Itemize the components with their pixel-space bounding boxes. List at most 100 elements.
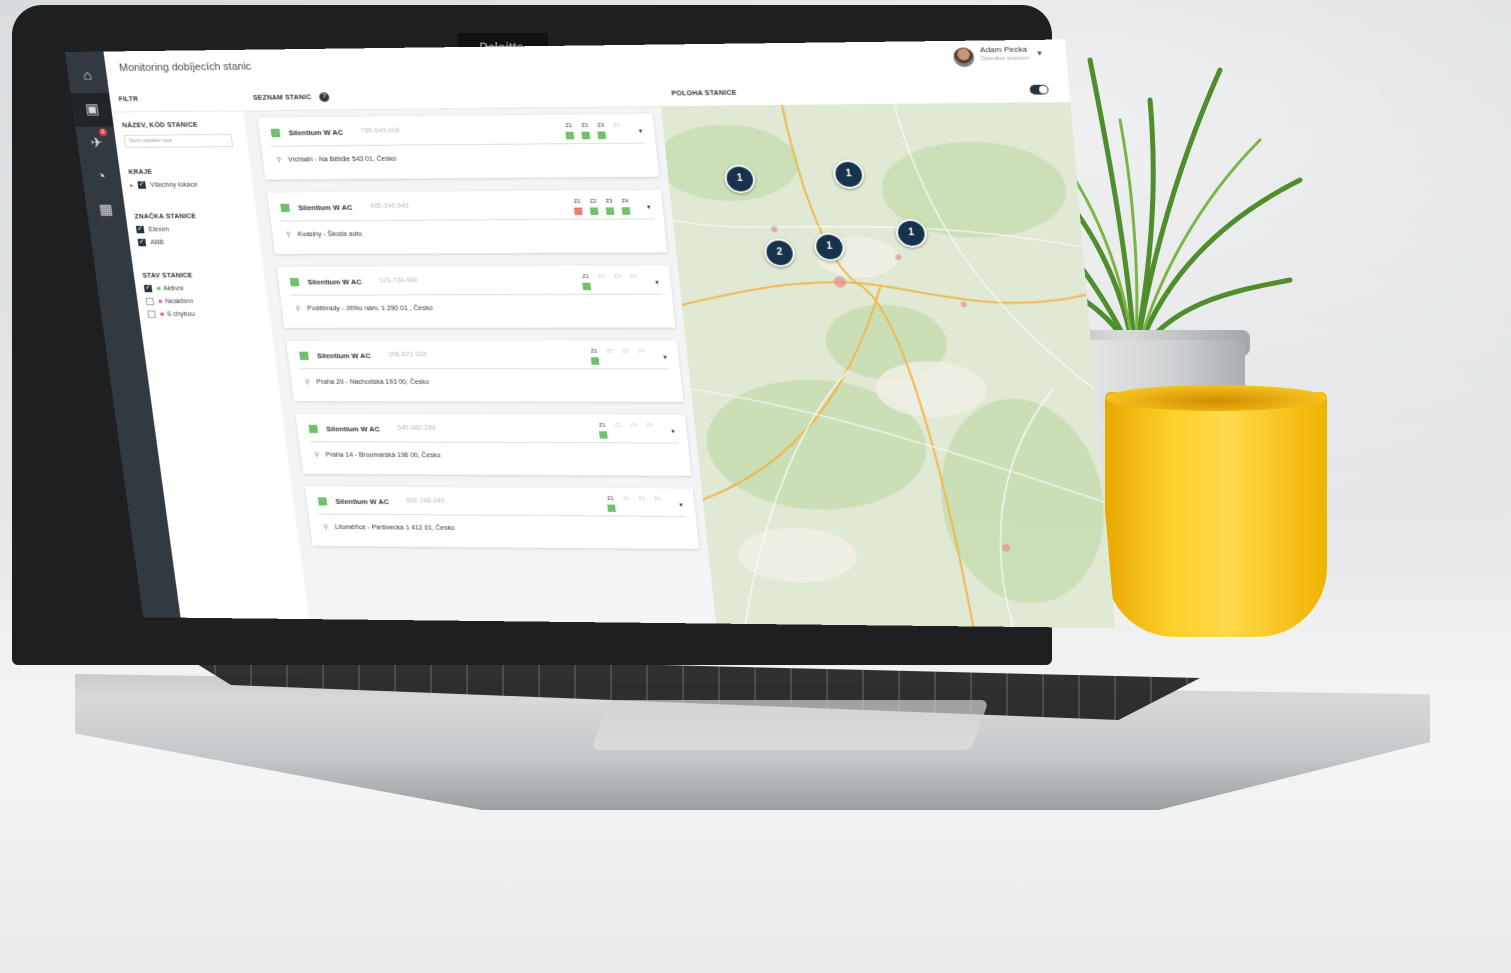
map-panel: POLOHA STANICE 1 1 2 1 1 xyxy=(658,76,1116,628)
connector-indicator xyxy=(630,431,639,438)
connector-indicator xyxy=(589,207,599,216)
station-address: Vrchlabí - Na Bělidle 543 01, Česko xyxy=(287,156,397,164)
connector-status: Z2 xyxy=(605,349,617,365)
chevron-down-icon[interactable]: ▾ xyxy=(679,501,683,508)
chevron-down-icon[interactable]: ▼ xyxy=(1036,51,1044,58)
alerts-icon[interactable]: ✈ xyxy=(75,127,118,161)
state-option-active[interactable]: ✓ Aktivní xyxy=(143,284,262,293)
connector-status: Z1 xyxy=(580,274,592,291)
region-option[interactable]: ▸ ✓ Všechny lokace xyxy=(130,181,248,189)
checkbox[interactable]: ✓ xyxy=(137,181,147,189)
connector-label: Z1 xyxy=(565,123,573,129)
name-filter: NÁZEV, KÓD STANICE Sem napište text xyxy=(122,122,243,148)
checkbox[interactable]: ✓ xyxy=(143,284,153,293)
connector-status: Z1 xyxy=(563,123,575,140)
connector-indicator xyxy=(646,431,655,438)
station-code: 502-248-249 xyxy=(405,497,445,505)
connector-label: Z3 xyxy=(597,122,605,129)
station-card[interactable]: Silentium W AC 356-872-923 Z1 Z2 Z3 Z4 ▾ ⚲ Praha… xyxy=(286,340,684,402)
connector-label: Z2 xyxy=(622,496,630,502)
connector-label: Z2 xyxy=(606,348,614,355)
connector-label: Z4 xyxy=(629,274,637,280)
home-icon[interactable]: ⌂ xyxy=(66,59,109,93)
connector-status: Z4 xyxy=(628,274,640,290)
brand-option-elexim[interactable]: ✓ Elexim xyxy=(135,225,254,234)
station-card[interactable]: Silentium W AC 485-549-549 Z1 Z2 Z3 Z4 ▾ ⚲ Kvasi… xyxy=(267,190,668,254)
divider xyxy=(289,293,662,296)
location-pin-icon: ⚲ xyxy=(285,231,292,239)
map-heading: POLOHA STANICE xyxy=(671,89,738,98)
connector-label: Z3 xyxy=(613,274,621,280)
checkbox[interactable]: ✓ xyxy=(135,225,145,234)
connector-label: Z4 xyxy=(613,122,621,129)
connector-indicator xyxy=(613,131,622,139)
connector-label: Z2 xyxy=(581,123,589,129)
station-code: 789-549-009 xyxy=(360,127,401,135)
brand-label: Elexim xyxy=(148,226,170,233)
checkbox[interactable] xyxy=(147,310,156,318)
connector-label: Z1 xyxy=(607,496,614,502)
connector-status: Z2 xyxy=(613,423,625,439)
region-section-title: KRAJE xyxy=(128,169,153,176)
station-card[interactable]: Silentium W AC 502-248-249 Z1 Z2 Z3 Z4 ▾ ⚲ Litom… xyxy=(304,486,700,549)
table-icon[interactable]: ▦ xyxy=(85,194,128,228)
connector-status: Z4 xyxy=(644,423,656,439)
connector-label: Z1 xyxy=(573,199,581,205)
search-input[interactable]: Sem napište text xyxy=(123,133,234,148)
connector-indicator xyxy=(654,505,663,512)
divider xyxy=(299,368,671,370)
station-address: Praha 14 - Broumarská 198 00, Česko xyxy=(325,452,442,460)
connector-label: Z4 xyxy=(646,423,653,429)
station-name: Silentium W AC xyxy=(334,497,390,506)
map-toggle[interactable] xyxy=(1029,84,1049,95)
connector-indicator xyxy=(615,431,624,438)
station-card[interactable]: Silentium W AC 545-982-284 Z1 Z2 Z3 Z4 ▾ ⚲ Praha… xyxy=(295,413,692,476)
chevron-down-icon[interactable]: ▾ xyxy=(663,354,667,361)
station-icon[interactable]: ▣ xyxy=(70,92,114,127)
connector-status: Z1 xyxy=(572,199,584,216)
station-code: 356-872-923 xyxy=(387,351,428,359)
connector-label: Z4 xyxy=(621,198,629,205)
connector-status: Z2 xyxy=(579,123,591,140)
chevron-down-icon[interactable]: ▾ xyxy=(647,203,651,211)
state-option-error[interactable]: S chybou xyxy=(147,310,265,318)
station-name: Silentium W AC xyxy=(297,203,353,213)
station-name: Silentium W AC xyxy=(325,424,381,434)
status-square xyxy=(270,128,281,138)
list-header: SEZNAM STANIC ? xyxy=(239,81,661,112)
connector-status: Z4 xyxy=(652,497,664,513)
state-label: Neaktivní xyxy=(164,298,194,305)
station-card[interactable]: Silentium W AC 123-734-980 Z1 Z2 Z3 Z4 ▾ ⚲ Poděb… xyxy=(276,265,676,328)
station-card[interactable]: Silentium W AC 789-549-009 Z1 Z2 Z3 Z4 ▾ ⚲ Vrchl… xyxy=(257,113,660,180)
connector-indicator xyxy=(598,283,607,291)
checkbox[interactable] xyxy=(145,297,155,306)
chart-icon[interactable]: ◔ xyxy=(80,160,123,194)
checkbox[interactable]: ✓ xyxy=(137,238,147,247)
connector-label: Z2 xyxy=(614,422,622,429)
status-dot xyxy=(159,312,165,317)
status-dot xyxy=(156,286,161,291)
connector-indicator xyxy=(639,505,648,512)
region-label: Všechny lokace xyxy=(149,181,198,189)
brand-option-abb[interactable]: ✓ ABB xyxy=(137,238,256,247)
app-screen: ⌂ ▣ ✈ ◔ ▦ 2 Monitoring dobíjecích stanic… xyxy=(65,39,1116,628)
chevron-down-icon[interactable]: ▾ xyxy=(671,428,675,435)
connector-status: Z3 xyxy=(620,349,632,365)
screen-area: ⌂ ▣ ✈ ◔ ▦ 2 Monitoring dobíjecích stanic… xyxy=(65,39,1116,632)
chevron-down-icon[interactable]: ▾ xyxy=(655,279,659,287)
chevron-right-icon[interactable]: ▸ xyxy=(130,182,134,189)
chevron-down-icon[interactable]: ▾ xyxy=(638,127,642,135)
user-menu[interactable]: Adam Pecka Operátor provozu ▼ xyxy=(952,45,1044,68)
status-dot xyxy=(158,299,163,304)
help-icon[interactable]: ? xyxy=(318,92,330,102)
location-pin-icon: ⚲ xyxy=(276,156,283,164)
connector-label: Z1 xyxy=(590,348,598,355)
connector-status: Z1 xyxy=(605,496,617,512)
status-square xyxy=(289,277,300,287)
state-option-inactive[interactable]: Neaktivní xyxy=(145,297,264,306)
connector-label: Z3 xyxy=(605,198,613,205)
region-filter: KRAJE ▸ ✓ Všechny lokace xyxy=(128,168,248,189)
state-section-title: STAV STANICE xyxy=(142,272,193,280)
connector-indicator xyxy=(597,131,607,140)
connector-label: Z4 xyxy=(654,496,662,503)
